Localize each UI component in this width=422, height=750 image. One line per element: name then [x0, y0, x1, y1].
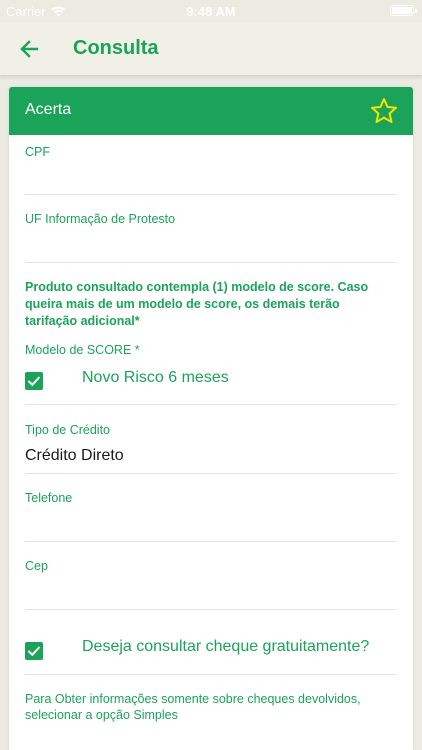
checkmark-icon: [27, 646, 41, 657]
cheque-checkbox[interactable]: [25, 642, 43, 660]
divider: [25, 541, 397, 542]
back-button[interactable]: [14, 34, 44, 64]
battery-icon: [390, 5, 417, 16]
score-model-checkbox[interactable]: [25, 372, 43, 390]
divider: [25, 609, 397, 610]
divider: [25, 262, 397, 263]
phone-label: Telefone: [25, 491, 73, 505]
score-model-option-label[interactable]: Novo Risco 6 meses: [82, 369, 229, 387]
navigation-bar: Consulta: [0, 22, 422, 76]
cep-label: Cep: [25, 559, 48, 573]
divider: [25, 404, 397, 405]
consulta-form-card: Acerta CPF UF Informação de Protesto Pro…: [9, 87, 413, 750]
star-outline-icon: [371, 98, 397, 123]
page-title: Consulta: [73, 37, 159, 59]
card-header: Acerta: [9, 87, 413, 135]
favorite-button[interactable]: [369, 96, 399, 126]
credit-type-field[interactable]: Crédito Direto: [25, 447, 124, 465]
checkmark-icon: [27, 376, 41, 387]
credit-type-label: Tipo de Crédito: [25, 423, 110, 437]
score-notice: Produto consultado contempla (1) modelo …: [25, 280, 369, 328]
cheque-hint: Para Obter informações somente sobre che…: [25, 692, 361, 722]
clock: 9:48 AM: [186, 4, 236, 19]
cheque-option-label[interactable]: Deseja consultar cheque gratuitamente?: [82, 638, 369, 656]
divider: [25, 674, 397, 675]
arrow-left-icon: [20, 40, 39, 58]
card-title: Acerta: [25, 101, 72, 118]
divider: [25, 194, 397, 195]
score-model-label: Modelo de SCORE *: [25, 343, 140, 357]
divider: [25, 473, 397, 474]
status-bar: Carrier 9:48 AM: [0, 0, 422, 22]
uf-protesto-label: UF Informação de Protesto: [25, 212, 176, 226]
cpf-label: CPF: [25, 145, 50, 159]
